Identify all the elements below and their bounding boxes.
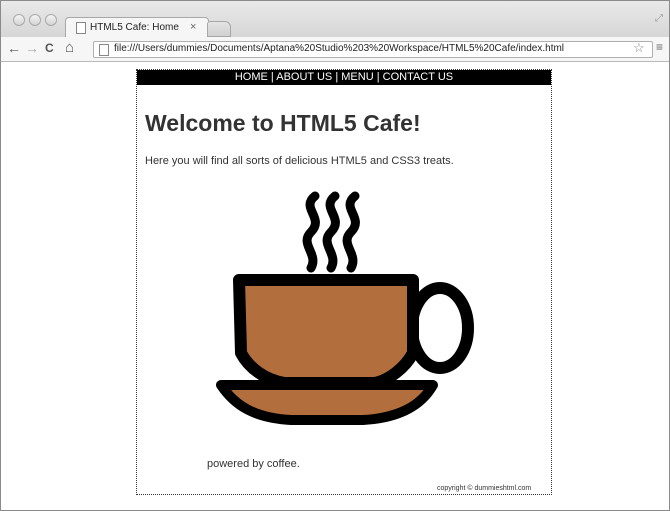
- forward-icon[interactable]: →: [25, 40, 39, 56]
- nav-contact-link[interactable]: CONTACT US: [383, 71, 454, 83]
- browser-window: HTML5 Cafe: Home × ⤢ ← → C ⌂ file:///Use…: [0, 0, 670, 511]
- coffee-cup-image: [216, 191, 474, 425]
- url-text[interactable]: file:///Users/dummies/Documents/Aptana%2…: [114, 43, 564, 54]
- page-container: HOME | ABOUT US | MENU | CONTACT US Welc…: [136, 69, 552, 495]
- browser-toolbar: ← → C ⌂ file:///Users/dummies/Documents/…: [1, 37, 669, 62]
- page-title: Welcome to HTML5 Cafe!: [145, 110, 421, 136]
- tab-close-icon[interactable]: ×: [190, 21, 196, 33]
- tab-title: HTML5 Cafe: Home: [90, 22, 179, 33]
- new-tab-button[interactable]: [207, 21, 231, 37]
- bookmark-star-icon[interactable]: ☆: [633, 40, 645, 56]
- page-icon: [76, 22, 86, 34]
- nav-home-link[interactable]: HOME: [235, 71, 268, 83]
- settings-menu-icon[interactable]: ≡: [656, 40, 663, 54]
- nav-bar: HOME | ABOUT US | MENU | CONTACT US: [137, 70, 551, 85]
- close-window-icon[interactable]: [13, 14, 25, 26]
- minimize-window-icon[interactable]: [29, 14, 41, 26]
- fullscreen-icon[interactable]: ⤢: [655, 13, 663, 24]
- nav-separator: |: [373, 71, 383, 83]
- reload-icon[interactable]: C: [45, 40, 54, 56]
- powered-by-text: powered by coffee.: [207, 458, 300, 470]
- address-bar[interactable]: file:///Users/dummies/Documents/Aptana%2…: [93, 41, 653, 58]
- nav-about-link[interactable]: ABOUT US: [276, 71, 332, 83]
- home-icon[interactable]: ⌂: [65, 40, 74, 56]
- back-icon[interactable]: ←: [7, 40, 21, 56]
- copyright-text: copyright © dummieshtml.com: [437, 485, 532, 492]
- nav-menu-link[interactable]: MENU: [341, 71, 373, 83]
- nav-separator: |: [267, 71, 277, 83]
- page-icon: [99, 44, 109, 56]
- nav-separator: |: [332, 71, 342, 83]
- zoom-window-icon[interactable]: [45, 14, 57, 26]
- browser-tab[interactable]: HTML5 Cafe: Home ×: [65, 17, 209, 38]
- intro-text: Here you will find all sorts of deliciou…: [145, 155, 454, 167]
- title-bar: HTML5 Cafe: Home × ⤢: [1, 1, 669, 38]
